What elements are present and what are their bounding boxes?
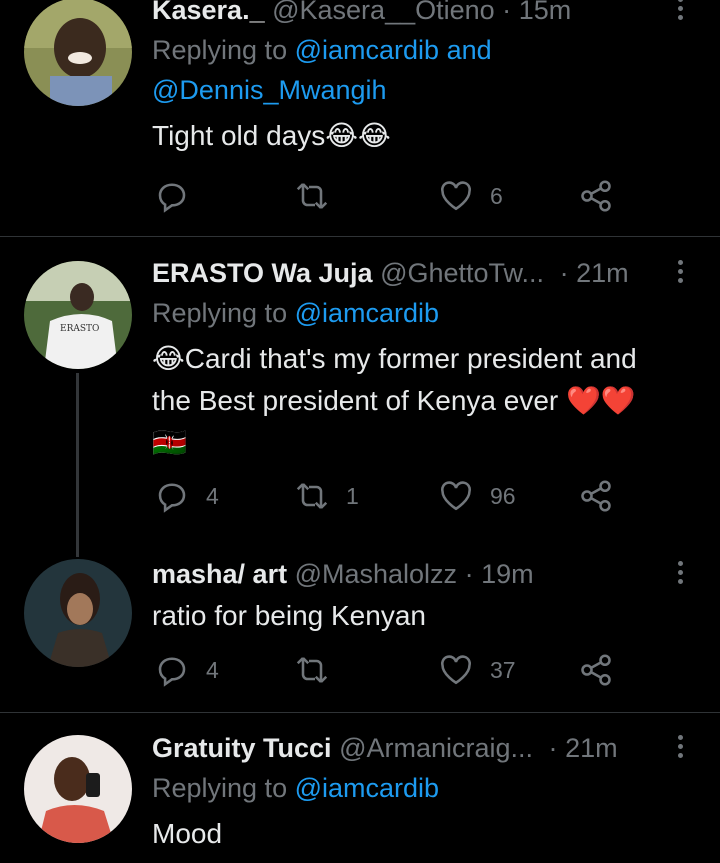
replying-to: Replying to @iamcardib bbox=[152, 768, 692, 808]
reply-button[interactable] bbox=[154, 176, 190, 216]
retweet-count: 1 bbox=[346, 482, 359, 509]
retweet-button[interactable]: 1 bbox=[294, 476, 359, 516]
svg-text:ERASTO: ERASTO bbox=[60, 324, 99, 334]
reply-icon bbox=[158, 483, 186, 513]
user-handle[interactable]: @GhettoTw... bbox=[380, 258, 544, 288]
display-name[interactable]: ERASTO Wa Juja bbox=[152, 258, 373, 288]
tweet[interactable]: ERASTO ERASTO Wa Juja @GhettoTw... · 21m… bbox=[0, 237, 720, 557]
more-icon[interactable] bbox=[668, 558, 692, 588]
retweet-button[interactable] bbox=[294, 650, 330, 690]
retweet-icon bbox=[296, 657, 328, 683]
avatar[interactable]: ERASTO bbox=[24, 261, 132, 369]
display-name[interactable]: Kasera._ bbox=[152, 0, 265, 25]
mention-link[interactable]: @iamcardib bbox=[295, 773, 439, 803]
like-button[interactable]: 6 bbox=[438, 176, 503, 216]
avatar[interactable] bbox=[24, 0, 132, 106]
reply-count: 4 bbox=[206, 656, 219, 683]
timestamp[interactable]: 21m bbox=[576, 258, 629, 288]
tweet[interactable]: masha/ art @Mashalolzz · 19m ratio for b… bbox=[0, 557, 720, 712]
tweet-header: masha/ art @Mashalolzz · 19m bbox=[152, 554, 692, 594]
reply-button[interactable]: 4 bbox=[154, 476, 219, 516]
replying-to: Replying to @iamcardib bbox=[152, 293, 692, 333]
reply-button[interactable]: 4 bbox=[154, 650, 219, 690]
avatar[interactable] bbox=[24, 735, 132, 843]
heart-icon bbox=[441, 181, 471, 211]
replying-prefix: Replying to bbox=[152, 298, 288, 328]
mention-link[interactable]: @iamcardib and bbox=[295, 35, 492, 65]
retweet-icon bbox=[296, 483, 328, 509]
tweet[interactable]: Kasera._ @Kasera__Otieno · 15m Replying … bbox=[0, 0, 720, 236]
display-name[interactable]: masha/ art bbox=[152, 559, 287, 589]
reply-icon bbox=[158, 657, 186, 687]
retweet-icon bbox=[296, 183, 328, 209]
tweet-text-line: the Best president of Kenya ever ❤️❤️ bbox=[152, 385, 636, 416]
like-button[interactable]: 37 bbox=[438, 650, 516, 690]
tweet-actions: 4 1 96 bbox=[152, 476, 622, 516]
user-handle[interactable]: @Mashalolzz bbox=[295, 559, 457, 589]
tweet[interactable]: Gratuity Tucci @Armanicraig... · 21m Rep… bbox=[0, 713, 720, 863]
heart-icon bbox=[441, 481, 471, 511]
kenya-flag-emoji: 🇰🇪 bbox=[152, 427, 187, 458]
thread-line bbox=[76, 373, 79, 557]
separator-dot: · bbox=[502, 0, 512, 25]
like-count: 6 bbox=[490, 182, 503, 209]
reply-icon bbox=[158, 183, 186, 213]
timestamp[interactable]: 21m bbox=[565, 733, 618, 763]
share-button[interactable] bbox=[578, 176, 614, 216]
more-icon[interactable] bbox=[668, 257, 692, 287]
replying-prefix: Replying to bbox=[152, 773, 288, 803]
more-icon[interactable] bbox=[668, 732, 692, 762]
tweet-header: Kasera._ @Kasera__Otieno · 15m bbox=[152, 0, 692, 30]
tweet-text-line: 😂Cardi that's my former president and bbox=[152, 343, 637, 374]
retweet-button[interactable] bbox=[294, 176, 330, 216]
replying-prefix: Replying to bbox=[152, 35, 288, 65]
separator-dot: · bbox=[548, 733, 558, 763]
replying-to-line2: @Dennis_Mwangih bbox=[152, 70, 692, 110]
timestamp[interactable]: 15m bbox=[519, 0, 572, 25]
tweet-header: ERASTO Wa Juja @GhettoTw... · 21m bbox=[152, 253, 692, 293]
avatar[interactable] bbox=[24, 559, 132, 667]
tweet-text: ratio for being Kenyan bbox=[152, 600, 426, 631]
tweet-header: Gratuity Tucci @Armanicraig... · 21m bbox=[152, 728, 692, 768]
tweet-text: Mood bbox=[152, 818, 223, 849]
user-handle[interactable]: @Armanicraig... bbox=[339, 733, 533, 763]
share-button[interactable] bbox=[578, 476, 614, 516]
more-icon[interactable] bbox=[668, 0, 692, 24]
like-count: 96 bbox=[490, 482, 516, 509]
timestamp[interactable]: 19m bbox=[481, 559, 534, 589]
like-button[interactable]: 96 bbox=[438, 476, 516, 516]
share-icon bbox=[581, 654, 611, 686]
reply-count: 4 bbox=[206, 482, 219, 509]
share-icon bbox=[581, 480, 611, 512]
replying-to: Replying to @iamcardib and bbox=[152, 30, 692, 70]
like-count: 37 bbox=[490, 656, 516, 683]
separator-dot: · bbox=[559, 258, 569, 288]
tweet-text: Tight old days😂😂 bbox=[152, 120, 391, 151]
user-handle[interactable]: @Kasera__Otieno bbox=[272, 0, 495, 25]
mention-link[interactable]: @iamcardib bbox=[295, 298, 439, 328]
share-button[interactable] bbox=[578, 650, 614, 690]
mention-link[interactable]: @Dennis_Mwangih bbox=[152, 75, 387, 105]
heart-icon bbox=[441, 655, 471, 685]
separator-dot: · bbox=[464, 559, 474, 589]
display-name[interactable]: Gratuity Tucci bbox=[152, 733, 332, 763]
tweet-actions: 4 37 bbox=[152, 650, 622, 690]
share-icon bbox=[581, 180, 611, 212]
tweet-actions: 6 bbox=[152, 176, 622, 216]
